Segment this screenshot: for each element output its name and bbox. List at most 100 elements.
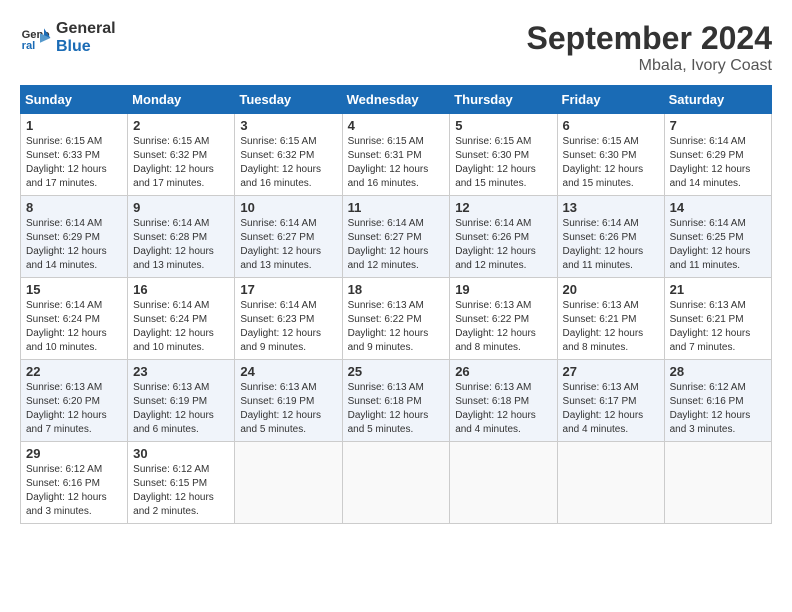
day-number: 21 (670, 282, 766, 297)
day-number: 2 (133, 118, 229, 133)
day-info: Sunrise: 6:14 AM Sunset: 6:25 PM Dayligh… (670, 217, 766, 273)
calendar-week-3: 15 Sunrise: 6:14 AM Sunset: 6:24 PM Dayli… (21, 278, 772, 360)
calendar-cell (557, 442, 664, 524)
day-info: Sunrise: 6:14 AM Sunset: 6:27 PM Dayligh… (348, 217, 445, 273)
calendar-cell: 7Sunrise: 6:14 AM Sunset: 6:29 PM Daylig… (664, 114, 771, 196)
svg-text:ral: ral (22, 40, 36, 52)
calendar-cell: 8 Sunrise: 6:14 AM Sunset: 6:29 PM Daylig… (21, 196, 128, 278)
month-title: September 2024 (527, 20, 772, 57)
calendar-week-2: 8 Sunrise: 6:14 AM Sunset: 6:29 PM Daylig… (21, 196, 772, 278)
day-number: 29 (26, 446, 122, 461)
day-info: Sunrise: 6:14 AM Sunset: 6:28 PM Dayligh… (133, 217, 229, 273)
calendar-cell: 12Sunrise: 6:14 AM Sunset: 6:26 PM Dayli… (450, 196, 557, 278)
day-number: 8 (26, 200, 122, 215)
weekday-header-wednesday: Wednesday (342, 86, 450, 114)
day-number: 6 (563, 118, 659, 133)
day-number: 14 (670, 200, 766, 215)
calendar-cell (235, 442, 342, 524)
calendar-cell: 3 Sunrise: 6:15 AM Sunset: 6:32 PM Daylig… (235, 114, 342, 196)
calendar-cell: 20 Sunrise: 6:13 AM Sunset: 6:21 PM Dayli… (557, 278, 664, 360)
day-info: Sunrise: 6:14 AM Sunset: 6:27 PM Dayligh… (240, 217, 336, 273)
weekday-header-saturday: Saturday (664, 86, 771, 114)
calendar-cell: 23Sunrise: 6:13 AM Sunset: 6:19 PM Dayli… (128, 360, 235, 442)
day-number: 7 (670, 118, 766, 133)
day-info: Sunrise: 6:13 AM Sunset: 6:21 PM Dayligh… (563, 299, 659, 355)
day-number: 10 (240, 200, 336, 215)
day-number: 25 (348, 364, 445, 379)
calendar-cell: 21 Sunrise: 6:13 AM Sunset: 6:21 PM Dayli… (664, 278, 771, 360)
day-number: 24 (240, 364, 336, 379)
day-info: Sunrise: 6:13 AM Sunset: 6:20 PM Dayligh… (26, 381, 122, 437)
day-number: 18 (348, 282, 445, 297)
day-info: Sunrise: 6:13 AM Sunset: 6:17 PM Dayligh… (563, 381, 659, 437)
calendar-cell: 5 Sunrise: 6:15 AM Sunset: 6:30 PM Daylig… (450, 114, 557, 196)
calendar-cell: 27Sunrise: 6:13 AM Sunset: 6:17 PM Dayli… (557, 360, 664, 442)
calendar-cell: 24 Sunrise: 6:13 AM Sunset: 6:19 PM Dayli… (235, 360, 342, 442)
day-info: Sunrise: 6:14 AM Sunset: 6:29 PM Dayligh… (26, 217, 122, 273)
day-number: 5 (455, 118, 551, 133)
calendar-week-1: 1Sunrise: 6:15 AM Sunset: 6:33 PM Daylig… (21, 114, 772, 196)
weekday-header-row: SundayMondayTuesdayWednesdayThursdayFrid… (21, 86, 772, 114)
calendar-cell: 2 Sunrise: 6:15 AM Sunset: 6:32 PM Daylig… (128, 114, 235, 196)
calendar-cell: 14 Sunrise: 6:14 AM Sunset: 6:25 PM Dayli… (664, 196, 771, 278)
day-number: 4 (348, 118, 445, 133)
day-number: 15 (26, 282, 122, 297)
day-info: Sunrise: 6:13 AM Sunset: 6:21 PM Dayligh… (670, 299, 766, 355)
day-number: 3 (240, 118, 336, 133)
day-info: Sunrise: 6:12 AM Sunset: 6:16 PM Dayligh… (670, 381, 766, 437)
day-info: Sunrise: 6:14 AM Sunset: 6:23 PM Dayligh… (240, 299, 336, 355)
day-number: 22 (26, 364, 122, 379)
calendar-cell: 9 Sunrise: 6:14 AM Sunset: 6:28 PM Daylig… (128, 196, 235, 278)
calendar-cell: 22 Sunrise: 6:13 AM Sunset: 6:20 PM Dayli… (21, 360, 128, 442)
location-subtitle: Mbala, Ivory Coast (527, 57, 772, 75)
calendar-cell: 19 Sunrise: 6:13 AM Sunset: 6:22 PM Dayli… (450, 278, 557, 360)
day-number: 28 (670, 364, 766, 379)
page-header: Gene ral General Blue September 2024 Mba… (20, 20, 772, 75)
day-info: Sunrise: 6:13 AM Sunset: 6:19 PM Dayligh… (240, 381, 336, 437)
calendar-body: 1Sunrise: 6:15 AM Sunset: 6:33 PM Daylig… (21, 114, 772, 524)
calendar-cell: 6Sunrise: 6:15 AM Sunset: 6:30 PM Daylig… (557, 114, 664, 196)
calendar-cell: 4 Sunrise: 6:15 AM Sunset: 6:31 PM Daylig… (342, 114, 450, 196)
weekday-header-sunday: Sunday (21, 86, 128, 114)
logo-icon: Gene ral (20, 22, 52, 54)
day-number: 26 (455, 364, 551, 379)
logo-text-line2: Blue (56, 38, 116, 56)
day-number: 19 (455, 282, 551, 297)
day-number: 12 (455, 200, 551, 215)
title-section: September 2024 Mbala, Ivory Coast (527, 20, 772, 75)
day-info: Sunrise: 6:14 AM Sunset: 6:24 PM Dayligh… (133, 299, 229, 355)
day-info: Sunrise: 6:15 AM Sunset: 6:33 PM Dayligh… (26, 135, 122, 191)
day-info: Sunrise: 6:15 AM Sunset: 6:30 PM Dayligh… (455, 135, 551, 191)
day-info: Sunrise: 6:15 AM Sunset: 6:31 PM Dayligh… (348, 135, 445, 191)
calendar-cell: 25 Sunrise: 6:13 AM Sunset: 6:18 PM Dayli… (342, 360, 450, 442)
calendar-cell (450, 442, 557, 524)
calendar-cell: 1Sunrise: 6:15 AM Sunset: 6:33 PM Daylig… (21, 114, 128, 196)
day-number: 16 (133, 282, 229, 297)
day-number: 11 (348, 200, 445, 215)
calendar-cell: 29Sunrise: 6:12 AM Sunset: 6:16 PM Dayli… (21, 442, 128, 524)
calendar-header: SundayMondayTuesdayWednesdayThursdayFrid… (21, 86, 772, 114)
logo: Gene ral General Blue (20, 20, 116, 55)
calendar-cell: 18 Sunrise: 6:13 AM Sunset: 6:22 PM Dayli… (342, 278, 450, 360)
day-number: 13 (563, 200, 659, 215)
day-info: Sunrise: 6:15 AM Sunset: 6:32 PM Dayligh… (240, 135, 336, 191)
day-info: Sunrise: 6:13 AM Sunset: 6:22 PM Dayligh… (455, 299, 551, 355)
day-number: 9 (133, 200, 229, 215)
day-number: 20 (563, 282, 659, 297)
day-number: 30 (133, 446, 229, 461)
calendar-cell: 17Sunrise: 6:14 AM Sunset: 6:23 PM Dayli… (235, 278, 342, 360)
day-info: Sunrise: 6:13 AM Sunset: 6:18 PM Dayligh… (348, 381, 445, 437)
calendar-cell: 16 Sunrise: 6:14 AM Sunset: 6:24 PM Dayli… (128, 278, 235, 360)
day-info: Sunrise: 6:13 AM Sunset: 6:22 PM Dayligh… (348, 299, 445, 355)
calendar-cell (664, 442, 771, 524)
day-info: Sunrise: 6:12 AM Sunset: 6:15 PM Dayligh… (133, 463, 229, 519)
logo-text-line1: General (56, 20, 116, 38)
calendar-cell: 15Sunrise: 6:14 AM Sunset: 6:24 PM Dayli… (21, 278, 128, 360)
calendar-cell: 10 Sunrise: 6:14 AM Sunset: 6:27 PM Dayli… (235, 196, 342, 278)
day-info: Sunrise: 6:15 AM Sunset: 6:32 PM Dayligh… (133, 135, 229, 191)
weekday-header-tuesday: Tuesday (235, 86, 342, 114)
day-number: 23 (133, 364, 229, 379)
calendar-week-4: 22 Sunrise: 6:13 AM Sunset: 6:20 PM Dayli… (21, 360, 772, 442)
day-info: Sunrise: 6:13 AM Sunset: 6:18 PM Dayligh… (455, 381, 551, 437)
calendar-cell: 28 Sunrise: 6:12 AM Sunset: 6:16 PM Dayli… (664, 360, 771, 442)
